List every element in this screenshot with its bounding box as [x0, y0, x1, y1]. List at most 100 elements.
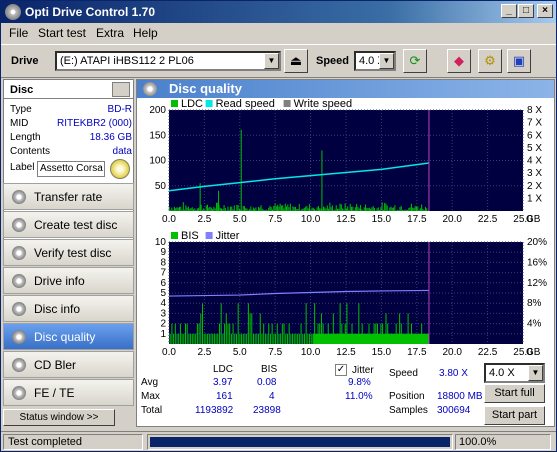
y-right-tick-label: 6 X: [527, 130, 542, 141]
jitter-avg: 9.8%: [348, 377, 371, 388]
legend-swatch: [205, 232, 213, 239]
erase-button[interactable]: ◆: [447, 49, 471, 73]
save-button[interactable]: ▣: [507, 49, 531, 73]
bis-bar: [271, 323, 273, 344]
bis-bar: [242, 333, 244, 344]
status-bar: Test completed 100.0%: [1, 431, 556, 451]
bis-bar: [196, 323, 198, 344]
menu-file[interactable]: File: [9, 26, 28, 40]
nav-transfer-rate[interactable]: Transfer rate: [3, 183, 134, 210]
start-full-button[interactable]: Start full: [484, 384, 545, 403]
bis-bar: [174, 323, 176, 344]
status-window-button[interactable]: Status window >>: [3, 409, 115, 426]
nav-drive-info[interactable]: Drive info: [3, 267, 134, 294]
chevron-down-icon: ▼: [264, 53, 279, 69]
bis-bar: [307, 333, 309, 344]
disc-header-toggle[interactable]: [112, 82, 130, 97]
gears-icon: ⚙: [484, 53, 496, 68]
bis-bar: [275, 333, 277, 344]
settings-button[interactable]: ⚙: [478, 49, 502, 73]
bis-bar: [195, 333, 197, 344]
bis-bar: [181, 333, 183, 344]
maximize-button[interactable]: □: [518, 4, 534, 18]
y-left-tick-label: 9: [160, 247, 166, 258]
nav-fe-te[interactable]: FE / TE: [3, 379, 134, 406]
bis-bar: [224, 323, 226, 344]
samples-value: 300694: [437, 405, 471, 416]
bis-bar: [201, 303, 203, 344]
bis-bar: [232, 323, 234, 344]
nav-verify-test-disc[interactable]: Verify test disc: [3, 239, 134, 266]
stats-area: LDC BIS Avg 3.97 0.08 Max 161 4 Total 11…: [137, 362, 554, 426]
ldc-chart: 0.0 2.5 5.0 7.5 10.0 12.5 15.0 17.5 20.0 22.5 25.0…: [149, 98, 542, 225]
total-ldc: 1193892: [195, 405, 234, 416]
nav-label: Transfer rate: [34, 190, 103, 204]
bis-bar: [215, 333, 217, 344]
minimize-button[interactable]: _: [501, 4, 517, 18]
disc-header: Disc: [3, 79, 134, 99]
legend-label: LDC: [181, 98, 203, 110]
bis-bar: [290, 333, 292, 344]
x-tick-label: 15.0: [372, 214, 392, 225]
bis-bar: [264, 333, 266, 344]
x-tick-label: 10.0: [301, 214, 321, 225]
avg-bis: 0.08: [257, 377, 277, 388]
y-right-tick-label: 3 X: [527, 168, 542, 179]
legend-label: Read speed: [216, 98, 275, 110]
bis-bar: [309, 333, 311, 344]
panel-header: Disc quality: [137, 80, 554, 98]
disc-label-field[interactable]: Assetto Corsa: [37, 161, 105, 177]
drive-select[interactable]: (E:) ATAPI iHBS112 2 PL06 ▼: [55, 51, 281, 71]
samples-label: Samples: [389, 405, 428, 416]
menu-help[interactable]: Help: [133, 26, 158, 40]
speed-stat-label: Speed: [389, 368, 418, 379]
x-tick-label: 20.0: [442, 347, 462, 358]
y-left-tick-label: 100: [149, 156, 166, 167]
nav-disc-quality[interactable]: Disc quality: [3, 323, 134, 350]
chevron-down-icon: ▼: [379, 53, 394, 69]
bis-bar: [288, 323, 290, 344]
nav-label: Drive info: [34, 274, 85, 288]
legend-swatch: [171, 232, 178, 239]
bis-bar: [300, 323, 302, 344]
menu-start-test[interactable]: Start test: [38, 26, 86, 40]
refresh-button[interactable]: ⟳: [403, 49, 427, 73]
nav-cd-bler[interactable]: CD Bler: [3, 351, 134, 378]
eject-button[interactable]: ⏏: [284, 49, 308, 73]
x-tick-label: 0.0: [162, 214, 176, 225]
nav-create-test-disc[interactable]: Create test disc: [3, 211, 134, 238]
disc-icon: [143, 82, 157, 96]
menu-extra[interactable]: Extra: [96, 26, 124, 40]
bis-bar: [239, 333, 241, 344]
avg-ldc: 3.97: [213, 377, 233, 388]
x-tick-label: 2.5: [197, 347, 211, 358]
close-button[interactable]: ×: [537, 4, 553, 18]
x-tick-label: 22.5: [478, 347, 498, 358]
bis-bar: [200, 313, 202, 344]
x-tick-label: 20.0: [442, 214, 462, 225]
bis-bar: [266, 333, 268, 344]
info-key: Label: [10, 162, 35, 173]
nav-disc-info[interactable]: Disc info: [3, 295, 134, 322]
bis-bar: [254, 333, 256, 344]
bis-bar: [234, 333, 236, 344]
bis-bar: [285, 333, 287, 344]
test-speed-select[interactable]: 4.0 X ▼: [484, 363, 545, 383]
x-unit-label: GB: [526, 347, 541, 358]
speed-select[interactable]: 4.0 X ▼: [354, 51, 396, 71]
title-bar: Opti Drive Control 1.70 _ □ ×: [1, 1, 556, 23]
y-right-tick-label: 4 X: [527, 156, 542, 167]
disc-label-icon[interactable]: [110, 159, 130, 179]
bis-bar: [190, 333, 192, 344]
start-part-button[interactable]: Start part: [484, 406, 545, 425]
jitter-checkbox[interactable]: ✓: [335, 364, 347, 376]
bis-bar: [171, 323, 173, 344]
y-left-tick-label: 7: [160, 268, 166, 279]
bis-bar: [252, 333, 254, 344]
x-tick-label: 5.0: [233, 347, 247, 358]
bis-bar: [276, 323, 278, 344]
bis-bar: [227, 323, 229, 344]
info-key: Length: [10, 132, 41, 143]
y-left-tick-label: 3: [160, 308, 166, 319]
y-left-tick-label: 200: [149, 105, 166, 116]
